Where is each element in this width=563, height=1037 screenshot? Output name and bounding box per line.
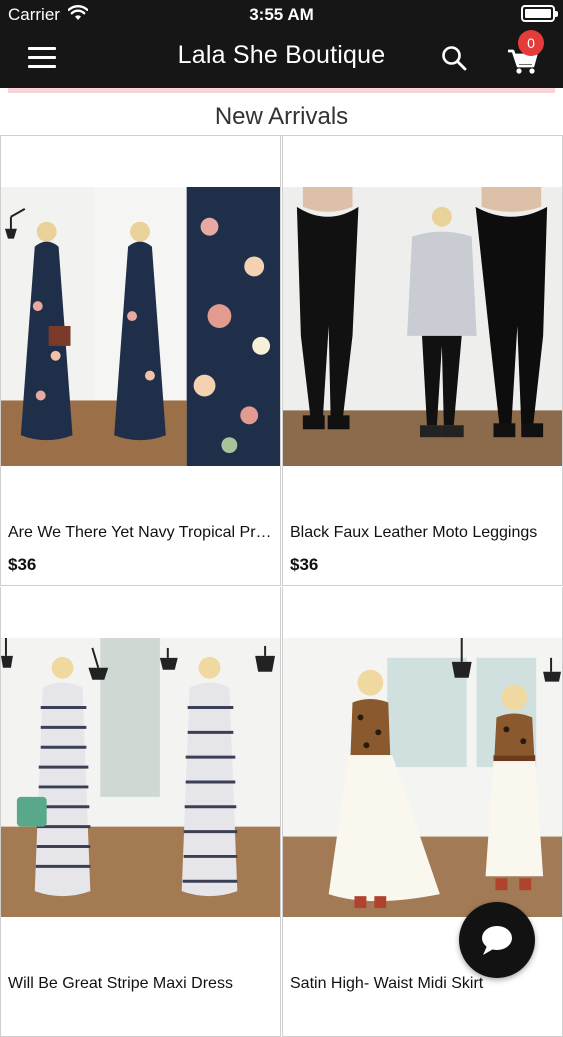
product-price: $36	[8, 555, 37, 574]
cart-count-badge[interactable]: 0	[518, 30, 544, 56]
battery-level	[525, 9, 551, 18]
store-title: Lala She Boutique	[177, 41, 386, 69]
product-name[interactable]: Black Faux Leather Moto Leggings	[290, 524, 554, 542]
product-grid: Are We There Yet Navy Tropical Print Max…	[0, 135, 563, 1037]
section-title: New Arrivals	[214, 103, 349, 130]
accent-strip	[8, 88, 555, 93]
chat-bubble-icon	[482, 926, 512, 955]
product-name[interactable]: Will Be Great Stripe Maxi Dress	[8, 975, 272, 993]
product-image[interactable]	[283, 186, 562, 467]
navigation-bar: Lala She Boutique 0	[0, 30, 563, 88]
product-card[interactable]: Are We There Yet Navy Tropical Print Max…	[0, 136, 281, 586]
product-image[interactable]	[283, 637, 562, 918]
app-header: Carrier 3:55 AM Lala She Boutique 0	[0, 0, 563, 88]
battery-icon	[521, 5, 558, 22]
chat-button[interactable]	[459, 902, 535, 978]
product-image[interactable]	[1, 637, 280, 918]
status-bar: Carrier 3:55 AM	[0, 0, 563, 30]
search-icon[interactable]	[440, 44, 468, 72]
product-card[interactable]: Will Be Great Stripe Maxi Dress	[0, 587, 281, 1037]
product-price: $36	[290, 555, 319, 574]
clock: 3:55 AM	[249, 5, 314, 24]
product-name[interactable]: Are We There Yet Navy Tropical Print Max…	[8, 524, 272, 542]
product-image[interactable]	[1, 186, 280, 467]
product-card[interactable]: Black Faux Leather Moto Leggings $36	[282, 136, 563, 586]
